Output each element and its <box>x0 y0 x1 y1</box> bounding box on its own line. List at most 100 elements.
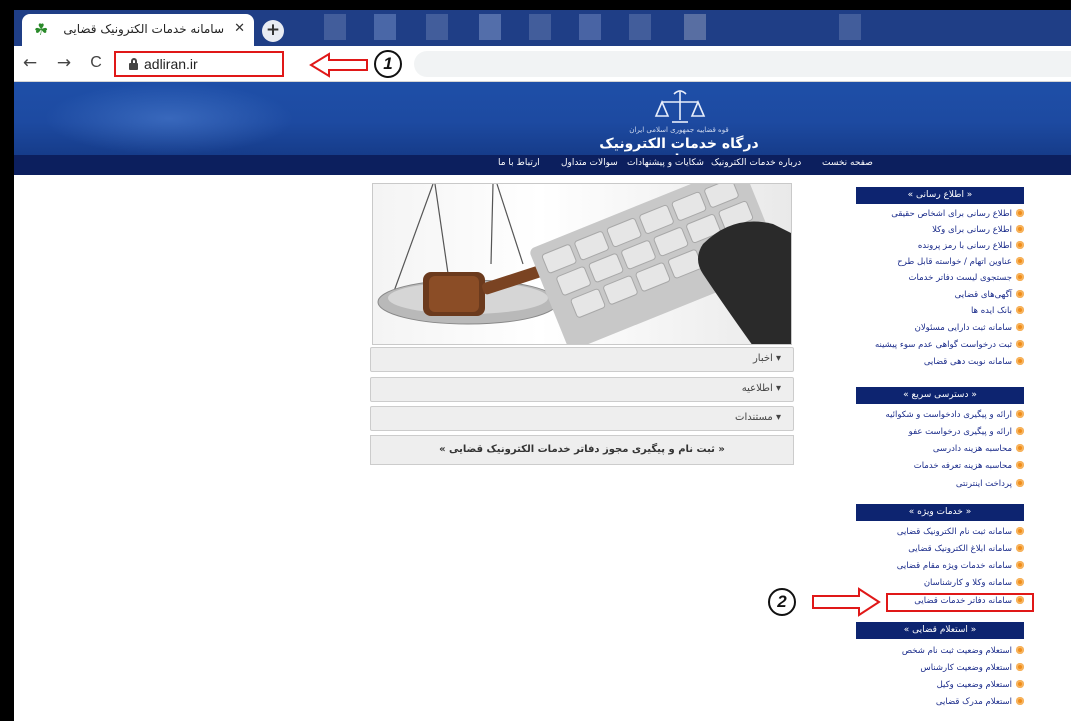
judiciary-scales-emblem-icon <box>654 90 706 123</box>
bullet-icon <box>1016 461 1024 469</box>
bullet-icon <box>1016 257 1024 265</box>
register-offices-box: « ثبت نام و پیگیری مجوز دفاتر خدمات الکت… <box>370 435 794 465</box>
sidebar-item-appointments[interactable]: سامانه نوبت دهی قضایی <box>924 357 1024 367</box>
sidebar-item-criminal-record[interactable]: ثبت درخواست گواهی عدم سوء پیشینه <box>875 340 1024 350</box>
register-offices-link[interactable]: « ثبت نام و پیگیری مجوز دفاتر خدمات الکت… <box>371 444 793 455</box>
emblem-caption: قوه قضاییه جمهوری اسلامی ایران <box>629 126 729 134</box>
bullet-icon <box>1016 225 1024 233</box>
bullet-icon <box>1016 561 1024 569</box>
taskbar-icon <box>426 14 448 40</box>
omnibox-extension-area <box>414 51 1071 77</box>
accordion-news[interactable]: ▾ اخبار <box>370 347 794 372</box>
accordion-announcements-text: اطلاعیه <box>741 383 773 394</box>
taskbar-icon <box>579 14 601 40</box>
gavel-and-keyboard-illustration <box>377 184 791 344</box>
bullet-icon <box>1016 209 1024 217</box>
site-title: درگاه خدمات الکترونیک قضایی <box>599 136 759 155</box>
taskbar-icon <box>374 14 396 40</box>
bullet-icon <box>1016 427 1024 435</box>
bullet-icon <box>1016 479 1024 487</box>
sidebar-item-inquiry-expert[interactable]: استعلام وضعیت کارشناس <box>920 663 1024 673</box>
screenshot-frame: ☘ سامانه خدمات الکترونیک قضایی ✕ + ← → C… <box>14 10 1071 721</box>
bullet-icon <box>1016 578 1024 586</box>
bullet-icon <box>1016 340 1024 348</box>
sidebar-item-info-individuals[interactable]: اطلاع رسانی برای اشخاص حقیقی <box>891 209 1024 219</box>
sidebar-item-info-case-code[interactable]: اطلاع رسانی با رمز پرونده <box>918 241 1024 251</box>
sidebar-item-charge-titles[interactable]: عناوین اتهام / خواسته قابل طرح <box>897 257 1024 267</box>
bullet-icon <box>1016 680 1024 688</box>
bullet-icon <box>1016 646 1024 654</box>
bullet-icon <box>1016 306 1024 314</box>
bullet-icon <box>1016 444 1024 452</box>
sidebar-item-officials-assets[interactable]: سامانه ثبت دارایی مسئولان <box>915 323 1024 333</box>
annotation-arrow-left-icon <box>309 52 368 78</box>
sidebar-item-petition[interactable]: ارائه و پیگیری دادخواست و شکوائیه <box>886 410 1024 420</box>
sidebar-item-e-notification[interactable]: سامانه ابلاغ الکترونیک قضایی <box>908 544 1024 554</box>
sidebar-item-judicial-notices[interactable]: آگهی‌های قضایی <box>955 290 1024 300</box>
bullet-icon <box>1016 410 1024 418</box>
accordion-documents-label: ▾ مستندات <box>735 412 781 423</box>
close-tab-icon[interactable]: ✕ <box>234 21 245 36</box>
annotation-step-2: 2 <box>768 588 796 616</box>
sidebar-item-inquiry-lawyer[interactable]: استعلام وضعیت وکیل <box>937 680 1024 690</box>
sidebar-item-lawyers-experts[interactable]: سامانه وکلا و کارشناسان <box>924 578 1024 588</box>
bullet-icon <box>1016 273 1024 281</box>
menu-item-home[interactable]: صفحه نخست <box>822 158 873 168</box>
sidebar-item-inquiry-registration[interactable]: استعلام وضعیت ثبت نام شخص <box>902 646 1024 656</box>
taskbar-icon <box>479 14 501 40</box>
accordion-news-label: ▾ اخبار <box>752 353 781 364</box>
banner-glow <box>44 82 294 155</box>
taskbar-icon <box>629 14 651 40</box>
site-menu-bar: صفحه نخست درباره خدمات الکترونیک شکایات … <box>14 155 1071 175</box>
accordion-news-text: اخبار <box>752 353 773 364</box>
lock-icon <box>129 58 138 70</box>
menu-item-faq[interactable]: سوالات متداول <box>561 158 618 168</box>
bullet-icon <box>1016 241 1024 249</box>
bullet-icon <box>1016 663 1024 671</box>
tab-title: سامانه خدمات الکترونیک قضایی <box>63 22 224 36</box>
sidebar-item-info-lawyers[interactable]: اطلاع رسانی برای وکلا <box>932 225 1024 235</box>
hero-banner-image <box>372 183 792 345</box>
bullet-icon <box>1016 697 1024 705</box>
sidebar-heading-quick-access: « دسترسی سریع » <box>856 387 1024 404</box>
sidebar-item-inquiry-document[interactable]: استعلام مدرک قضایی <box>936 697 1024 707</box>
sidebar-item-judge-services[interactable]: سامانه خدمات ویژه مقام قضایی <box>897 561 1024 571</box>
accordion-documents-text: مستندات <box>735 412 773 423</box>
site-header-banner: قوه قضاییه جمهوری اسلامی ایران درگاه خدم… <box>14 82 1071 155</box>
browser-toolbar: ← → C adliran.ir 1 <box>14 46 1071 82</box>
highlight-box-offices <box>886 593 1034 612</box>
sidebar-item-online-payment[interactable]: پرداخت اینترنتی <box>956 479 1024 489</box>
browser-tab-strip: ☘ سامانه خدمات الکترونیک قضایی ✕ + <box>14 10 1071 46</box>
forward-button[interactable]: → <box>54 53 74 73</box>
sidebar-item-pardon[interactable]: ارائه و پیگیری درخواست عفو <box>909 427 1024 437</box>
accordion-documents[interactable]: ▾ مستندات <box>370 406 794 431</box>
taskbar-icon <box>324 14 346 40</box>
taskbar-icon <box>684 14 706 40</box>
site-favicon-icon: ☘ <box>34 20 49 39</box>
address-bar[interactable]: adliran.ir <box>114 51 284 77</box>
sidebar-item-service-tariff[interactable]: محاسبه هزینه تعرفه خدمات <box>914 461 1024 471</box>
url-text: adliran.ir <box>144 56 198 72</box>
bullet-icon <box>1016 323 1024 331</box>
sidebar-heading-judicial-inquiry: « استعلام قضایی » <box>856 622 1024 639</box>
annotation-step-1: 1 <box>374 50 402 78</box>
taskbar-icon <box>529 14 551 40</box>
new-tab-button[interactable]: + <box>262 20 284 42</box>
accordion-announcements-label: ▾ اطلاعیه <box>741 383 781 394</box>
menu-item-contact[interactable]: ارتباط با ما <box>498 158 540 168</box>
bullet-icon <box>1016 290 1024 298</box>
sidebar-item-idea-bank[interactable]: بانک ایده ها <box>971 306 1024 316</box>
sidebar-heading-special-services: « خدمات ویژه » <box>856 504 1024 521</box>
reload-button[interactable]: C <box>86 53 106 73</box>
sidebar-item-search-offices[interactable]: جستجوی لیست دفاتر خدمات <box>909 273 1024 283</box>
back-button[interactable]: ← <box>20 53 40 73</box>
sidebar-heading-information: « اطلاع رسانی » <box>856 187 1024 204</box>
bullet-icon <box>1016 357 1024 365</box>
menu-item-complaints[interactable]: شکایات و پیشنهادات <box>627 158 704 168</box>
sidebar-item-e-registration[interactable]: سامانه ثبت نام الکترونیک قضایی <box>897 527 1024 537</box>
menu-item-about[interactable]: درباره خدمات الکترونیک <box>711 158 801 168</box>
browser-tab-active[interactable]: ☘ سامانه خدمات الکترونیک قضایی ✕ <box>22 14 254 46</box>
sidebar-item-court-fee[interactable]: محاسبه هزینه دادرسی <box>933 444 1024 454</box>
bullet-icon <box>1016 527 1024 535</box>
accordion-announcements[interactable]: ▾ اطلاعیه <box>370 377 794 402</box>
